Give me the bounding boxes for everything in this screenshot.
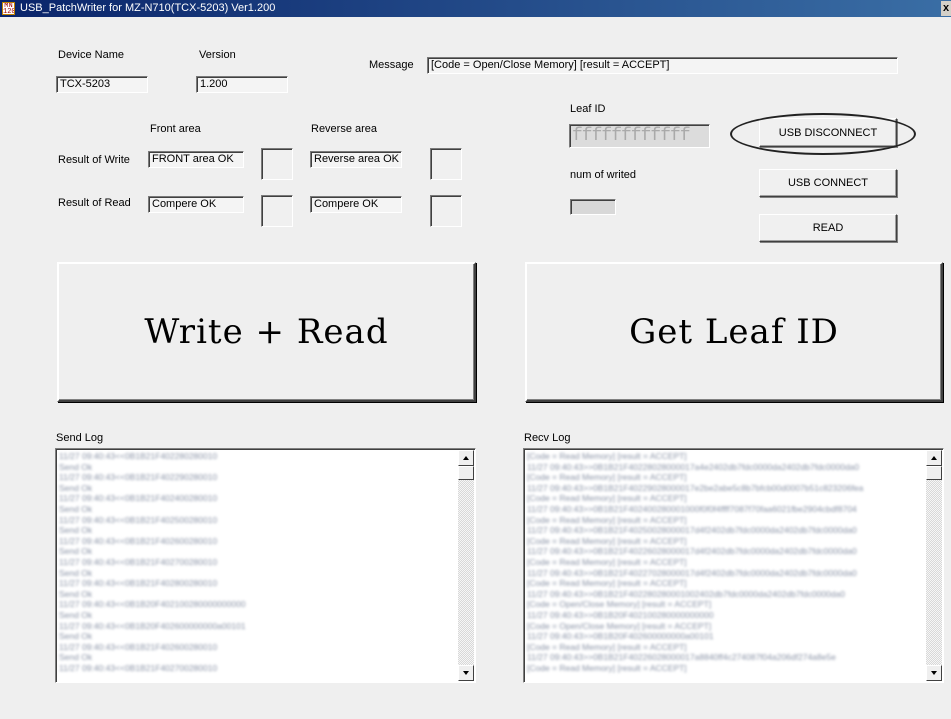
send-log-lines: 11/27 09:40:43<<0B1B21F402280280010 Send … xyxy=(59,451,455,680)
log-line: [Code = Open/Close Memory] [result = ACC… xyxy=(527,599,712,610)
recv-log-box[interactable]: [Code = Read Memory] [result = ACCEPT] 11… xyxy=(523,448,944,683)
send-log-label: Send Log xyxy=(56,432,104,444)
scroll-thumb[interactable] xyxy=(926,466,942,480)
log-line: 11/27 09:40:43>>0B1B21F40226028000017a88… xyxy=(527,652,836,663)
read-button[interactable]: READ xyxy=(759,214,897,242)
log-line: 11/27 09:40:43>>0B1B20F402600000000a0010… xyxy=(527,631,714,642)
log-line: 11/27 09:40:43<<0B1B21F402400280010 xyxy=(59,493,218,504)
log-line: 11/27 09:40:43<<0B1B21F402500280010 xyxy=(59,514,218,525)
version-label: Version xyxy=(199,49,236,61)
leaf-id-label: Leaf ID xyxy=(570,103,606,115)
log-line: Send Ok xyxy=(59,588,93,599)
log-line: 11/27 09:40:43>>0B1B21F40226028000017d4f… xyxy=(527,546,857,557)
log-line: Send Ok xyxy=(59,652,93,663)
recv-log-lines: [Code = Read Memory] [result = ACCEPT] 11… xyxy=(527,451,923,680)
log-line: 11/27 09:40:43>>0B1B21F40227028000017d4f… xyxy=(527,567,857,578)
scroll-up-arrow-icon[interactable] xyxy=(926,450,942,466)
send-log-scrollbar[interactable] xyxy=(458,450,474,681)
log-line: 11/27 09:40:43<<0B1B20F40210028000000000… xyxy=(59,599,246,610)
log-line: [Code = Read Memory] [result = ACCEPT] xyxy=(527,556,687,567)
log-line: 11/27 09:40:43>>0B1B21F40228028000100240… xyxy=(527,588,845,599)
write-front-indicator xyxy=(261,148,293,180)
read-front-indicator xyxy=(261,195,293,227)
recv-log-label: Recv Log xyxy=(524,432,571,444)
log-line: Send Ok xyxy=(59,525,93,536)
write-front-result-field: FRONT area OK xyxy=(148,151,244,168)
scroll-thumb[interactable] xyxy=(458,466,474,480)
send-log-box[interactable]: 11/27 09:40:43<<0B1B21F402280280010 Send … xyxy=(55,448,476,683)
log-line: [Code = Read Memory] [result = ACCEPT] xyxy=(527,451,687,461)
scroll-down-arrow-icon[interactable] xyxy=(458,665,474,681)
scroll-up-arrow-icon[interactable] xyxy=(458,450,474,466)
front-area-label: Front area xyxy=(150,123,201,135)
log-line: Send Ok xyxy=(59,482,93,493)
window-title: USB_PatchWriter for MZ-N710(TCX-5203) Ve… xyxy=(20,2,276,14)
log-line: Send Ok xyxy=(59,631,93,642)
read-reverse-result-field: Compere OK xyxy=(310,196,402,213)
log-line: 11/27 09:40:43>>0B1B20F40210028000000000… xyxy=(527,609,714,620)
log-line: Send Ok xyxy=(59,503,93,514)
get-leaf-id-button[interactable]: Get Leaf ID xyxy=(525,262,943,402)
usb-connect-button[interactable]: USB CONNECT xyxy=(759,169,897,197)
log-line: Send Ok xyxy=(59,609,93,620)
log-line: [Code = Read Memory] [result = ACCEPT] xyxy=(527,493,687,504)
message-field: [Code = Open/Close Memory] [result = ACC… xyxy=(427,57,898,74)
log-line: [Code = Read Memory] [result = ACCEPT] xyxy=(527,472,687,483)
recv-log-scrollbar[interactable] xyxy=(926,450,942,681)
read-front-result-field: Compere OK xyxy=(148,196,244,213)
version-field: 1.200 xyxy=(196,76,288,93)
log-line: 11/27 09:40:43<<0B1B21F402280280010 xyxy=(59,451,218,461)
scroll-down-arrow-icon[interactable] xyxy=(926,665,942,681)
log-line: [Code = Open/Close Memory] [result = ACC… xyxy=(527,620,712,631)
log-line: Send Ok xyxy=(59,461,93,472)
log-line: 11/27 09:40:43<<0B1B20F402600000000a0010… xyxy=(59,620,246,631)
close-button[interactable]: x xyxy=(941,1,951,16)
log-line: Send Ok xyxy=(59,567,93,578)
log-line: 11/27 09:40:43>>0B1B21F402400280001000f0… xyxy=(527,503,857,514)
log-line: 11/27 09:40:43<<0B1B21F402700280010 xyxy=(59,662,218,673)
log-line: 11/27 09:40:43<<0B1B21F402290280010 xyxy=(59,472,218,483)
log-line: 11/27 09:40:43<<0B1B21F402600280010 xyxy=(59,641,218,652)
message-label: Message xyxy=(369,59,414,71)
device-name-label: Device Name xyxy=(58,49,125,61)
log-line: Send Ok xyxy=(59,546,93,557)
write-reverse-result-field: Reverse area OK xyxy=(310,151,402,168)
log-line: 11/27 09:40:43>>0B1B21F40229028000017e2b… xyxy=(527,482,864,493)
reverse-area-label: Reverse area xyxy=(311,123,378,135)
log-line: [Code = Read Memory] [result = ACCEPT] xyxy=(527,578,687,589)
result-of-write-label: Result of Write xyxy=(58,154,130,166)
device-name-field: TCX-5203 xyxy=(56,76,148,93)
title-bar: MN 120 USB_PatchWriter for MZ-N710(TCX-5… xyxy=(0,0,951,17)
read-reverse-indicator xyxy=(430,195,462,227)
log-line: [Code = Read Memory] [result = ACCEPT] xyxy=(527,514,687,525)
log-line: 11/27 09:40:43<<0B1B21F402600280010 xyxy=(59,535,218,546)
app-icon: MN 120 xyxy=(2,2,15,15)
log-line: [Code = Read Memory] [result = ACCEPT] xyxy=(527,641,687,652)
log-line: 11/27 09:40:43<<0B1B21F402700280010 xyxy=(59,556,218,567)
result-of-read-label: Result of Read xyxy=(58,197,131,209)
num-of-writed-label: num of writed xyxy=(570,169,637,181)
write-reverse-indicator xyxy=(430,148,462,180)
write-read-button[interactable]: Write + Read xyxy=(57,262,476,402)
log-line: [Code = Read Memory] [result = ACCEPT] xyxy=(527,535,687,546)
log-line: [Code = Read Memory] [result = ACCEPT] xyxy=(527,662,687,673)
log-line: 11/27 09:40:43>>0B1B21F40228028000017a4e… xyxy=(527,461,860,472)
leaf-id-field: ffffffffffff xyxy=(569,124,710,148)
num-of-writed-field xyxy=(570,199,616,215)
log-line: 11/27 09:40:43<<0B1B21F402800280010 xyxy=(59,578,218,589)
usb-disconnect-button[interactable]: USB DISCONNECT xyxy=(759,118,897,147)
log-line: 11/27 09:40:43>>0B1B21F40250028000017d4f… xyxy=(527,525,857,536)
